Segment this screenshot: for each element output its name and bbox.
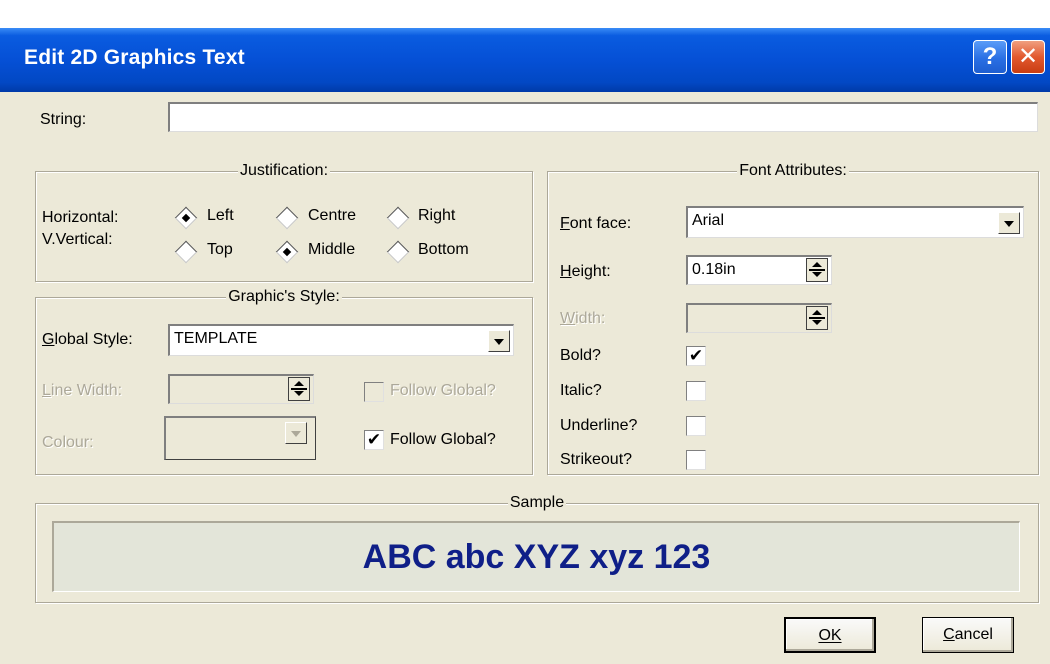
- horizontal-label: Horizontal:: [42, 209, 119, 226]
- radio-vertical-bottom-label: Bottom: [418, 241, 469, 258]
- cancel-button-label: Cancel: [943, 626, 993, 643]
- title-bar[interactable]: Edit 2D Graphics Text ? ✕: [0, 28, 1050, 92]
- string-input[interactable]: [168, 102, 1038, 132]
- graphics-style-legend: Graphic's Style:: [226, 288, 342, 305]
- sample-legend: Sample: [507, 494, 567, 511]
- font-face-select[interactable]: Arial: [686, 206, 1024, 238]
- radio-horizontal-right-label: Right: [418, 207, 456, 224]
- ok-button[interactable]: OK: [784, 617, 876, 653]
- radio-horizontal-centre-label: Centre: [308, 207, 357, 224]
- width-label: Width:: [560, 310, 606, 327]
- chevron-down-icon[interactable]: [998, 212, 1020, 234]
- italic-label: Italic?: [560, 382, 602, 399]
- bold-checkbox[interactable]: ✔: [686, 346, 706, 366]
- sample-preview: ABC abc XYZ xyz 123: [52, 521, 1020, 592]
- height-spinner[interactable]: [806, 258, 828, 282]
- colour-follow-global-checkbox[interactable]: ✔: [364, 430, 384, 450]
- global-style-select[interactable]: TEMPLATE: [168, 324, 514, 356]
- justification-legend: Justification:: [237, 162, 331, 179]
- cancel-button[interactable]: Cancel: [922, 617, 1014, 653]
- close-button[interactable]: ✕: [1011, 40, 1045, 74]
- italic-checkbox[interactable]: [686, 381, 706, 401]
- radio-horizontal-left-label: Left: [207, 207, 234, 224]
- radio-vertical-top-label: Top: [207, 241, 233, 258]
- line-width-follow-global-label: Follow Global?: [390, 382, 496, 399]
- underline-label: Underline?: [560, 417, 638, 434]
- close-icon: ✕: [1017, 43, 1039, 70]
- help-button[interactable]: ?: [973, 40, 1007, 74]
- sample-text: ABC abc XYZ xyz 123: [362, 538, 711, 576]
- strikeout-label: Strikeout?: [560, 451, 633, 468]
- radio-vertical-middle-label: Middle: [308, 241, 356, 258]
- checkmark-icon: ✔: [366, 430, 382, 449]
- line-width-label: Line Width:: [42, 382, 123, 399]
- line-width-follow-global-checkbox[interactable]: [364, 382, 384, 402]
- font-attributes-legend: Font Attributes:: [737, 162, 849, 179]
- line-width-spinner[interactable]: [288, 377, 310, 401]
- dialog-title: Edit 2D Graphics Text: [24, 46, 245, 69]
- ok-button-label: OK: [818, 627, 842, 644]
- global-style-value: TEMPLATE: [174, 330, 258, 347]
- chevron-down-icon[interactable]: [285, 422, 307, 444]
- colour-select[interactable]: [164, 416, 316, 460]
- colour-label: Colour:: [42, 434, 94, 451]
- edit-2d-graphics-text-dialog: Edit 2D Graphics Text ? ✕ String: Justif…: [0, 0, 1050, 664]
- width-spinner[interactable]: [806, 306, 828, 330]
- strikeout-checkbox[interactable]: [686, 450, 706, 470]
- question-mark-icon: ?: [982, 43, 998, 70]
- bold-label: Bold?: [560, 347, 601, 364]
- vertical-label: V.Vertical:: [42, 231, 113, 248]
- underline-checkbox[interactable]: [686, 416, 706, 436]
- colour-follow-global-label: Follow Global?: [390, 431, 496, 448]
- font-face-label: Font face:: [560, 215, 632, 232]
- checkmark-icon: ✔: [688, 346, 704, 365]
- font-face-value: Arial: [692, 212, 725, 229]
- string-label: String:: [40, 111, 87, 128]
- global-style-label: Global Style:: [42, 331, 133, 348]
- chevron-down-icon[interactable]: [488, 330, 510, 352]
- height-label: Height:: [560, 263, 611, 280]
